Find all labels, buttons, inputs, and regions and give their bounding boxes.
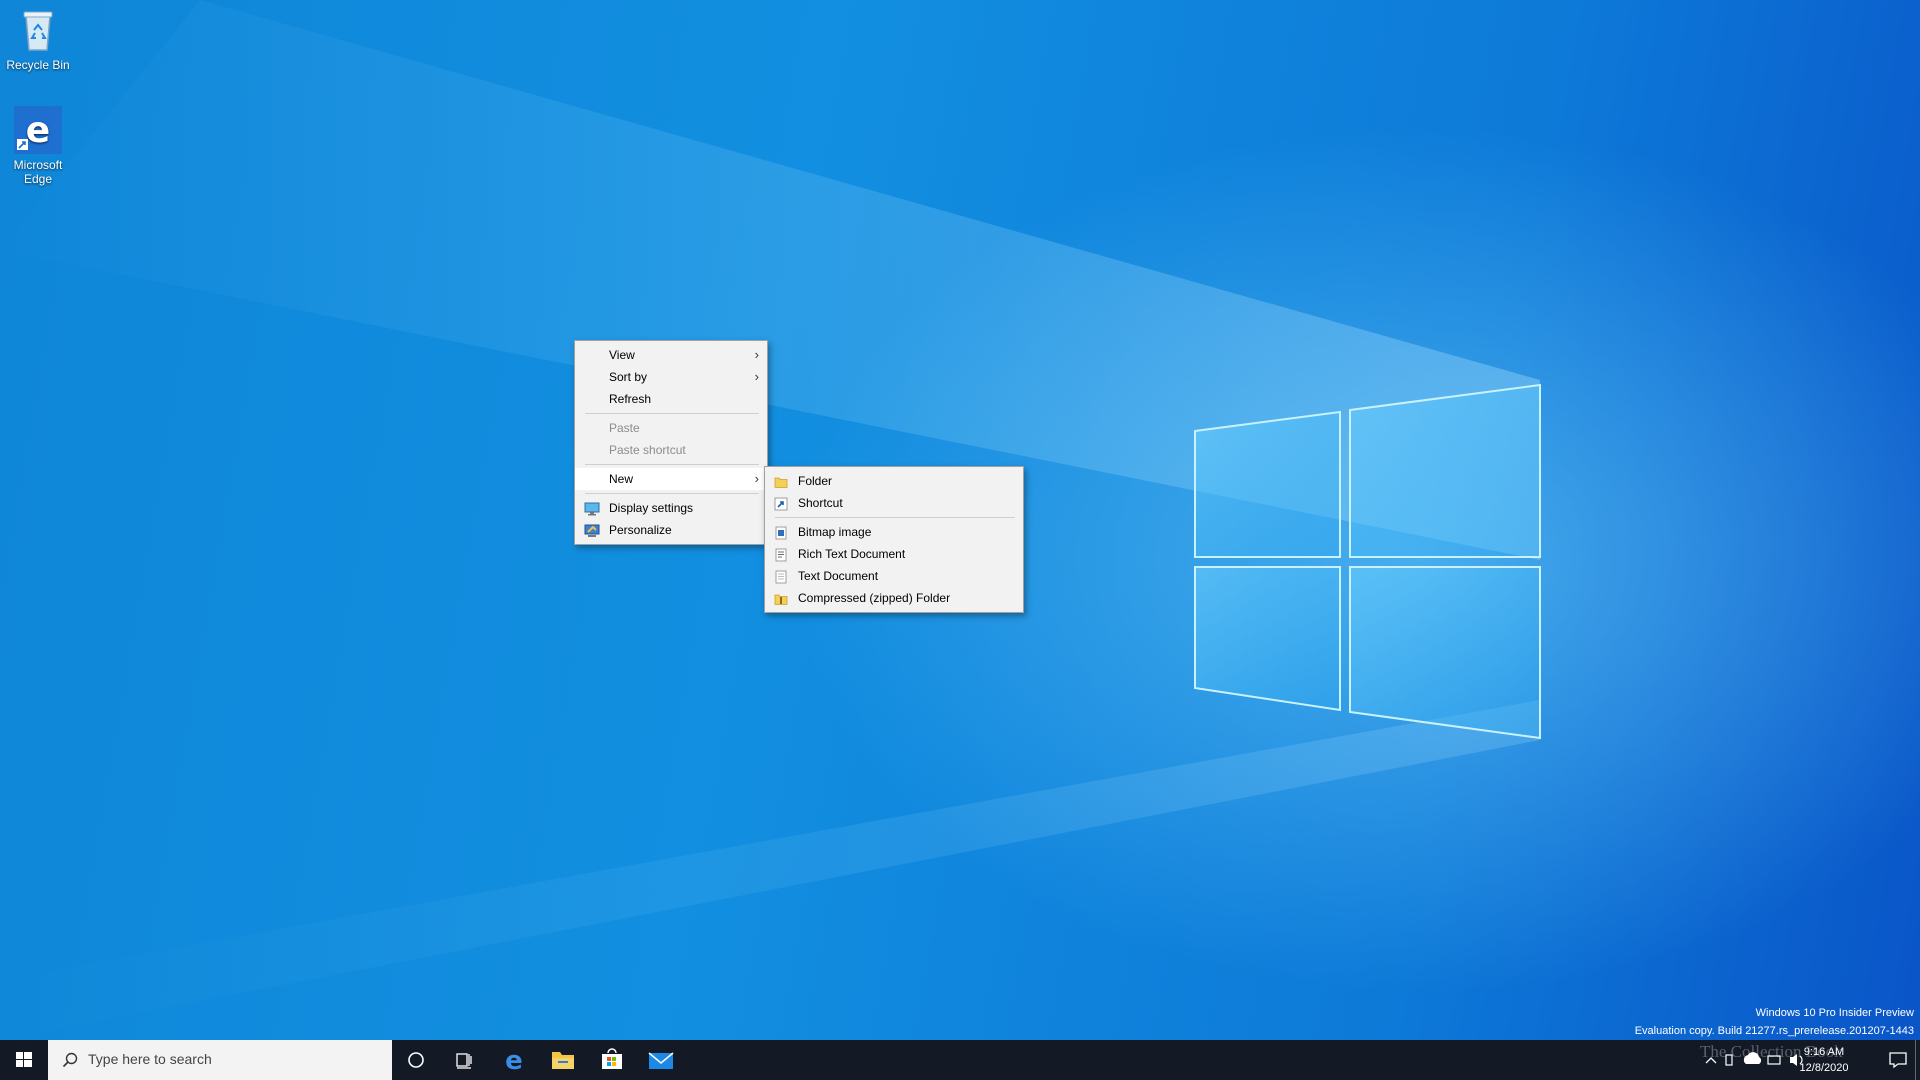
search-placeholder: Type here to search	[88, 1051, 212, 1067]
submenu-item-compressed-folder[interactable]: Compressed (zipped) Folder	[765, 587, 1023, 609]
taskbar-mail-button[interactable]	[637, 1040, 685, 1080]
desktop[interactable]: Recycle Bin e Microsoft Edge View › Sort…	[0, 0, 1920, 1040]
cortana-button[interactable]	[392, 1040, 440, 1080]
taskbar-edge-button[interactable]: e	[490, 1040, 538, 1080]
zip-folder-icon	[774, 591, 788, 605]
menu-item-paste: Paste	[609, 421, 640, 435]
submenu-item-bitmap-image[interactable]: Bitmap image	[765, 521, 1023, 543]
menu-separator	[585, 413, 759, 414]
shortcut-icon	[774, 496, 788, 511]
text-document-icon	[774, 569, 788, 584]
start-button[interactable]	[0, 1040, 48, 1080]
submenu-item-text-document[interactable]: Text Document	[765, 565, 1023, 587]
file-explorer-icon	[552, 1052, 574, 1069]
task-view-icon	[456, 1053, 472, 1069]
menu-item-view[interactable]: View ›	[575, 344, 767, 366]
bitmap-icon	[774, 525, 788, 540]
mail-icon	[648, 1052, 674, 1069]
chevron-right-icon: ›	[754, 347, 759, 362]
notification-icon	[1889, 1052, 1907, 1069]
folder-icon	[774, 474, 788, 488]
chevron-right-icon: ›	[754, 369, 759, 384]
menu-item-refresh[interactable]: Refresh	[575, 388, 767, 410]
edge-icon: e	[14, 106, 62, 154]
new-submenu: Folder Shortcut Bitmap image Rich Text D…	[764, 466, 1024, 613]
submenu-item-shortcut[interactable]: Shortcut	[765, 492, 1023, 514]
show-desktop-button[interactable]	[1915, 1040, 1920, 1080]
menu-separator	[585, 493, 759, 494]
menu-item-sort-by[interactable]: Sort by ›	[575, 366, 767, 388]
store-icon	[602, 1048, 622, 1069]
microsoft-edge-shortcut[interactable]: e Microsoft Edge	[0, 106, 76, 186]
rtf-document-icon	[774, 547, 788, 562]
menu-item-new[interactable]: New ›	[575, 468, 767, 490]
overlay-watermark: The Collection Book	[1700, 1042, 1843, 1061]
svg-text:e: e	[505, 1046, 523, 1076]
windows-start-icon	[16, 1052, 32, 1067]
evaluation-watermark: Windows 10 Pro Insider Preview Evaluatio…	[1635, 1004, 1914, 1040]
chevron-right-icon: ›	[754, 471, 759, 486]
personalize-icon	[584, 523, 600, 537]
submenu-item-rich-text-document[interactable]: Rich Text Document	[765, 543, 1023, 565]
search-icon	[62, 1052, 78, 1068]
recycle-bin-label: Recycle Bin	[6, 58, 70, 72]
recycle-bin-icon	[14, 6, 62, 54]
windows-logo-wallpaper	[1194, 383, 1541, 740]
clock-date: 12/8/2020	[1799, 1062, 1849, 1074]
menu-separator	[775, 517, 1015, 518]
svg-text:e: e	[26, 110, 50, 151]
submenu-item-folder[interactable]: Folder	[765, 470, 1023, 492]
edge-icon: e	[505, 1046, 523, 1076]
cortana-icon	[408, 1052, 424, 1068]
desktop-context-menu: View › Sort by › Refresh Paste Paste sho…	[574, 340, 768, 545]
menu-item-personalize[interactable]: Personalize	[575, 519, 767, 541]
menu-separator	[585, 464, 759, 465]
taskbar: Type here to search e 9:16 AM 12/8/2020	[0, 1040, 1920, 1080]
display-icon	[584, 501, 600, 516]
taskbar-file-explorer-button[interactable]	[539, 1040, 587, 1080]
recycle-bin-shortcut[interactable]: Recycle Bin	[0, 6, 76, 72]
microsoft-edge-label: Microsoft Edge	[13, 158, 63, 186]
action-center-button[interactable]	[1888, 1050, 1908, 1075]
taskbar-store-button[interactable]	[588, 1040, 636, 1080]
watermark-edition: Windows 10 Pro Insider Preview	[1755, 1007, 1914, 1019]
task-view-button[interactable]	[440, 1040, 488, 1080]
menu-item-display-settings[interactable]: Display settings	[575, 497, 767, 519]
taskbar-search-box[interactable]: Type here to search	[48, 1040, 392, 1080]
watermark-build: Evaluation copy. Build 21277.rs_prerelea…	[1634, 1025, 1914, 1037]
menu-item-paste-shortcut: Paste shortcut	[609, 443, 686, 457]
